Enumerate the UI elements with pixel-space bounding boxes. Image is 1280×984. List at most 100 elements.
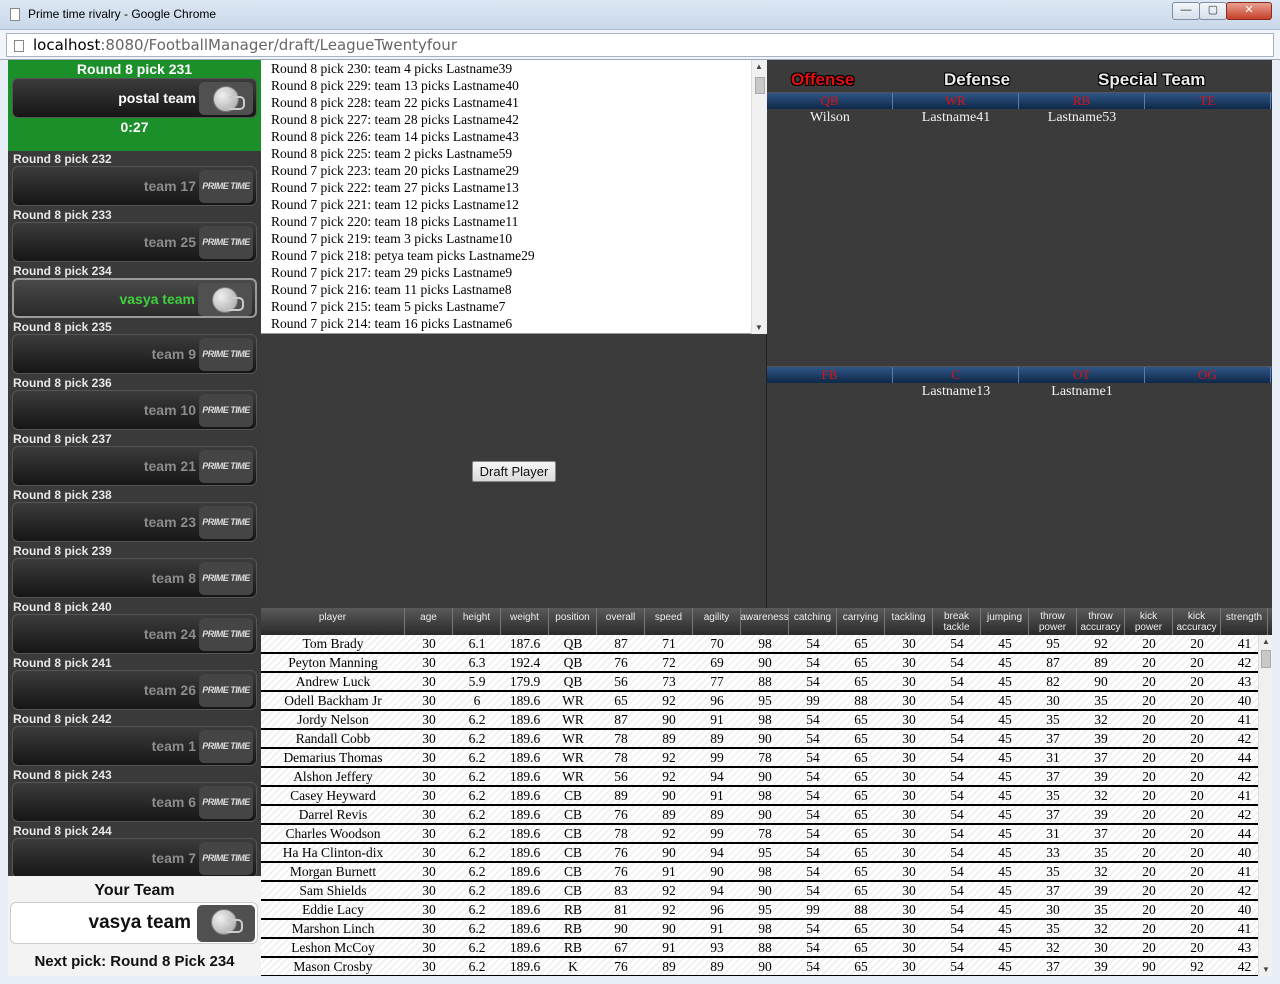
table-cell: 189.6	[509, 940, 541, 955]
column-header-tackling[interactable]: tackling	[885, 608, 933, 635]
table-cell: 20	[1142, 845, 1156, 860]
scroll-down-icon[interactable]: ▼	[1262, 965, 1270, 974]
tab-special-team[interactable]: Special Team	[1098, 70, 1205, 90]
team-card[interactable]: team 8 PRIME TIME	[12, 558, 257, 598]
team-card[interactable]: team 25 PRIME TIME	[12, 222, 257, 262]
table-cell: WR	[562, 769, 584, 784]
table-row[interactable]: Eddie Lacy 30 6.2 189.6 RB 81 92 96 95 99 88 30 54 45…	[261, 901, 1258, 920]
table-cell: 76	[614, 864, 628, 879]
table-cell: 189.6	[509, 826, 541, 841]
table-cell: Marshon Linch	[291, 921, 375, 936]
table-row[interactable]: Sam Shields 30 6.2 189.6 CB 83 92 94 90 54 65 30 54 4…	[261, 882, 1258, 901]
position-label[interactable]: C	[893, 367, 1019, 383]
draft-log-scrollbar[interactable]: ▲ ▼	[751, 60, 767, 334]
scroll-up-icon[interactable]: ▲	[1262, 637, 1270, 646]
table-cell: 6.2	[468, 921, 486, 936]
position-label[interactable]: WR	[893, 93, 1019, 109]
tab-offense[interactable]: Offense	[791, 70, 854, 90]
tab-defense[interactable]: Defense	[944, 70, 1010, 90]
column-header-speed[interactable]: speed	[645, 608, 693, 635]
table-row[interactable]: Jordy Nelson 30 6.2 189.6 WR 87 90 91 98 54 65 30 54…	[261, 711, 1258, 730]
table-row[interactable]: Marshon Linch 30 6.2 189.6 RB 90 90 91 98 54 65 30 5…	[261, 920, 1258, 939]
position-label[interactable]: QB	[767, 93, 893, 109]
column-header-weight[interactable]: weight	[501, 608, 549, 635]
team-card[interactable]: vasya team	[12, 278, 257, 318]
team-card[interactable]: team 7 PRIME TIME	[12, 838, 257, 878]
position-label[interactable]: OG	[1145, 367, 1271, 383]
team-card[interactable]: team 24 PRIME TIME	[12, 614, 257, 654]
table-cell: 54	[806, 750, 820, 765]
scroll-up-icon[interactable]: ▲	[755, 62, 763, 71]
column-header-player[interactable]: player	[261, 608, 405, 635]
column-header-height[interactable]: height	[453, 608, 501, 635]
column-header-overall[interactable]: overall	[597, 608, 645, 635]
table-cell: 90	[662, 921, 676, 936]
draft-player-button[interactable]: Draft Player	[472, 461, 556, 482]
queue-item: Round 8 pick 242 team 1 PRIME TIME	[8, 711, 261, 767]
table-cell: 35	[1046, 712, 1060, 727]
minimize-button[interactable]: —	[1172, 2, 1200, 20]
column-header-carrying[interactable]: carrying	[837, 608, 885, 635]
table-row[interactable]: Casey Heyward 30 6.2 189.6 CB 89 90 91 98 54 65 30 5…	[261, 787, 1258, 806]
table-row[interactable]: Odell Backham Jr 30 6 189.6 WR 65 92 96 95 99 88 30…	[261, 692, 1258, 711]
table-row[interactable]: Charles Woodson 30 6.2 189.6 CB 78 92 99 78 54 65 3…	[261, 825, 1258, 844]
pick-label: Round 8 pick 234	[13, 264, 112, 278]
scroll-down-icon[interactable]: ▼	[755, 323, 763, 332]
scroll-thumb[interactable]	[1261, 650, 1271, 668]
team-card[interactable]: team 6 PRIME TIME	[12, 782, 257, 822]
table-cell: 35	[1046, 864, 1060, 879]
column-header-catching[interactable]: catching	[789, 608, 837, 635]
column-header-jumping[interactable]: jumping	[981, 608, 1029, 635]
team-card[interactable]: team 10 PRIME TIME	[12, 390, 257, 430]
roster-player-name: Lastname13	[921, 384, 991, 399]
team-card[interactable]: team 26 PRIME TIME	[12, 670, 257, 710]
window-title: Prime time rivalry - Google Chrome	[28, 7, 217, 21]
table-row[interactable]: Randall Cobb 30 6.2 189.6 WR 78 89 89 90 54 65 30 54…	[261, 730, 1258, 749]
team-card[interactable]: team 9 PRIME TIME	[12, 334, 257, 374]
column-header-kick-power[interactable]: kick power	[1125, 608, 1173, 635]
column-header-break-tackle[interactable]: break tackle	[933, 608, 981, 635]
table-row[interactable]: Alshon Jeffery 30 6.2 189.6 WR 56 92 94 90 54 65 30…	[261, 768, 1258, 787]
draft-log[interactable]: Round 8 pick 230: team 4 picks Lastname3…	[261, 60, 767, 334]
team-card[interactable]: team 1 PRIME TIME	[12, 726, 257, 766]
column-header-throw-power[interactable]: throw power	[1029, 608, 1077, 635]
draft-log-entry: Round 7 pick 214: team 16 picks Lastname…	[271, 316, 513, 331]
column-header-age[interactable]: age	[405, 608, 453, 635]
table-cell: 43	[1237, 940, 1252, 955]
table-row[interactable]: Peyton Manning 30 6.3 192.4 QB 76 72 69 90 54 65 30…	[261, 654, 1258, 673]
table-row[interactable]: Leshon McCoy 30 6.2 189.6 RB 67 91 93 88 54 65 30 54…	[261, 939, 1258, 958]
roster-tabs: Offense Defense Special Team	[767, 70, 1272, 92]
team-card[interactable]: team 17 PRIME TIME	[12, 166, 257, 206]
column-header-kick-accuracy[interactable]: kick accuracy	[1173, 608, 1221, 635]
column-header-throw-accuracy[interactable]: throw accuracy	[1077, 608, 1125, 635]
table-cell: 30	[902, 769, 916, 784]
table-row[interactable]: Demarius Thomas 30 6.2 189.6 WR 78 92 99 78 54 65 3…	[261, 749, 1258, 768]
position-label[interactable]: TE	[1145, 93, 1271, 109]
table-row[interactable]: Darrel Revis 30 6.2 189.6 CB 76 89 89 90 54 65 30 54…	[261, 806, 1258, 825]
table-row[interactable]: Mason Crosby 30 6.2 189.6 K 76 89 89 90 54 65 30 54 4…	[261, 958, 1258, 976]
close-button[interactable]: ✕	[1226, 2, 1272, 20]
table-cell: 54	[950, 845, 964, 860]
table-scrollbar[interactable]: ▲ ▼	[1258, 635, 1272, 976]
team-card[interactable]: team 23 PRIME TIME	[12, 502, 257, 542]
position-label[interactable]: FB	[767, 367, 893, 383]
column-header-awareness[interactable]: awareness	[740, 608, 789, 635]
table-cell: 6.2	[468, 845, 486, 860]
table-row[interactable]: Tom Brady 30 6.1 187.6 QB 87 71 70 98 54 65 30 54 45 9…	[261, 635, 1258, 654]
position-label[interactable]: OT	[1019, 367, 1145, 383]
table-row[interactable]: Morgan Burnett 30 6.2 189.6 CB 76 91 90 98 54 65 30…	[261, 863, 1258, 882]
column-header-strength[interactable]: strength	[1221, 608, 1268, 635]
table-row[interactable]: Andrew Luck 30 5.9 179.9 QB 56 73 77 88 54 65 30 54 4…	[261, 673, 1258, 692]
column-header-position[interactable]: position	[549, 608, 597, 635]
table-row[interactable]: Ha Ha Clinton-dix 30 6.2 189.6 CB 76 90 94 95 54 6…	[261, 844, 1258, 863]
position-label[interactable]: RB	[1019, 93, 1145, 109]
table-cell: 20	[1142, 731, 1156, 746]
table-cell: 65	[854, 750, 868, 765]
column-header-agility[interactable]: agility	[693, 608, 741, 635]
team-card[interactable]: team 21 PRIME TIME	[12, 446, 257, 486]
address-bar[interactable]: localhost:8080/FootballManager/draft/Lea…	[6, 33, 1274, 57]
maximize-button[interactable]: ▢	[1199, 2, 1227, 20]
table-cell: CB	[563, 826, 582, 841]
table-cell: 45	[998, 921, 1012, 936]
scroll-thumb[interactable]	[755, 77, 765, 94]
